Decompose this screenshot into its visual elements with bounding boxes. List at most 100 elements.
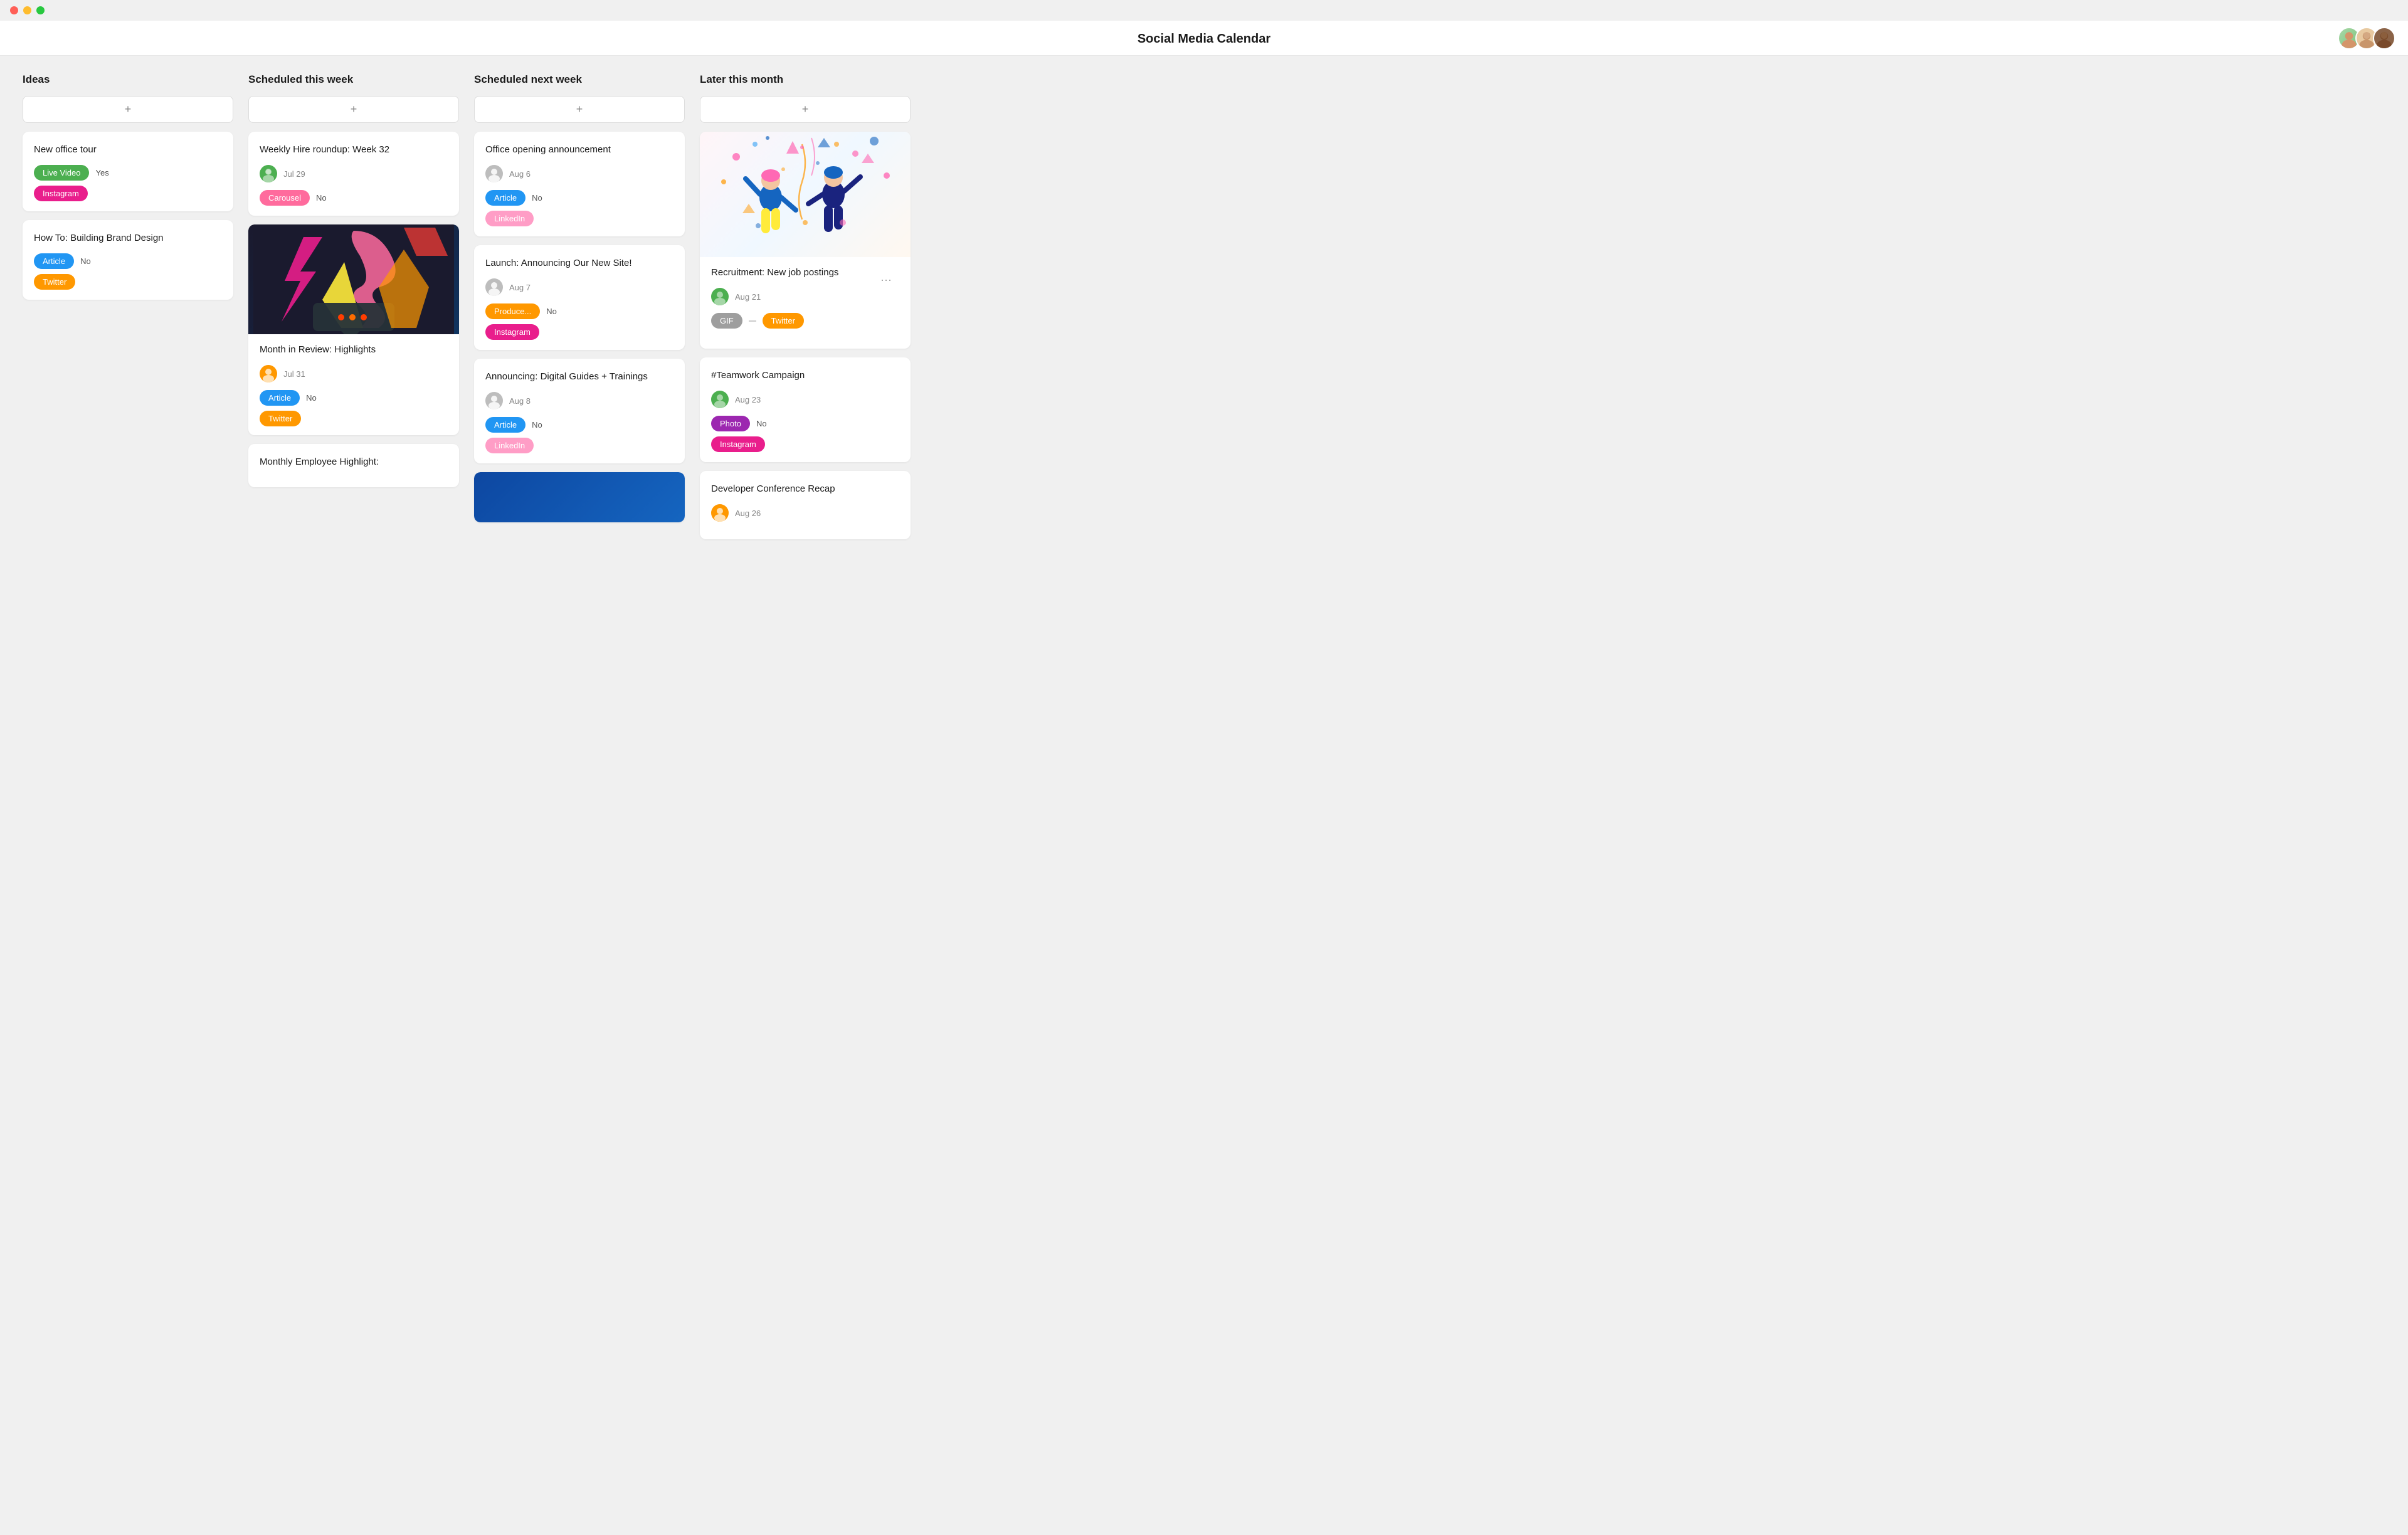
titlebar <box>0 0 2408 21</box>
tag-linkedin[interactable]: LinkedIn <box>485 211 534 226</box>
tag-article[interactable]: Article <box>260 390 300 406</box>
card-title: Announcing: Digital Guides + Trainings <box>485 370 673 383</box>
add-ideas-button[interactable]: + <box>23 96 233 123</box>
card-meta: Aug 21 <box>711 288 899 305</box>
card-value: No <box>306 393 317 403</box>
card-value: Yes <box>95 168 108 177</box>
plus-icon: + <box>576 103 583 116</box>
column-header-later-this-month: Later this month <box>700 73 911 86</box>
card-tags-row2: LinkedIn <box>485 438 673 453</box>
minimize-button[interactable] <box>23 6 31 14</box>
card-tags: Carousel No <box>260 190 448 206</box>
tag-instagram[interactable]: Instagram <box>34 186 88 201</box>
card-partial-image <box>474 472 685 522</box>
card-date: Jul 29 <box>283 169 305 179</box>
tag-twitter[interactable]: Twitter <box>260 411 301 426</box>
card-tags: Produce... No <box>485 303 673 319</box>
card-avatar <box>260 365 277 382</box>
card-avatar <box>260 165 277 182</box>
card-tags: Live Video Yes <box>34 165 222 181</box>
tag-article[interactable]: Article <box>34 253 74 269</box>
tag-article[interactable]: Article <box>485 417 525 433</box>
card-dev-conference: Developer Conference Recap Aug 26 <box>700 471 911 539</box>
maximize-button[interactable] <box>36 6 45 14</box>
tag-separator <box>749 320 756 322</box>
plus-icon: + <box>802 103 809 116</box>
card-title: How To: Building Brand Design <box>34 231 222 245</box>
card-avatar <box>485 392 503 409</box>
page-header: Social Media Calendar <box>0 21 2408 56</box>
user-avatars <box>2338 27 2395 50</box>
kanban-board: Ideas + New office tour Live Video Yes I… <box>0 56 2408 1528</box>
column-scheduled-next-week: Scheduled next week + Office opening ann… <box>467 73 692 1511</box>
plus-icon: + <box>351 103 357 116</box>
add-scheduled-next-week-button[interactable]: + <box>474 96 685 123</box>
tag-live-video[interactable]: Live Video <box>34 165 89 181</box>
card-value: No <box>316 193 327 203</box>
card-title: Recruitment: New job postings <box>711 266 899 279</box>
card-tags-row2: Instagram <box>711 436 899 452</box>
card-tags-row2: Instagram <box>34 186 222 201</box>
card-tags-row2: Twitter <box>34 274 222 290</box>
close-button[interactable] <box>10 6 18 14</box>
card-meta: Aug 8 <box>485 392 673 409</box>
card-meta: Aug 26 <box>711 504 899 522</box>
card-tags: Article No <box>34 253 222 269</box>
plus-icon: + <box>125 103 132 116</box>
tag-photo[interactable]: Photo <box>711 416 750 431</box>
card-tags: GIF Twitter <box>711 313 899 329</box>
card-date: Aug 26 <box>735 509 761 518</box>
more-options-icon[interactable]: ··· <box>880 273 892 287</box>
card-meta: Aug 23 <box>711 391 899 408</box>
card-date: Aug 21 <box>735 292 761 302</box>
card-meta: Jul 31 <box>260 365 448 382</box>
card-date: Aug 6 <box>509 169 531 179</box>
card-digital-guides: Announcing: Digital Guides + Trainings A… <box>474 359 685 463</box>
card-tags: Photo No <box>711 416 899 431</box>
card-avatar <box>485 165 503 182</box>
card-value: No <box>532 193 542 203</box>
card-new-office-tour: New office tour Live Video Yes Instagram <box>23 132 233 211</box>
card-date: Jul 31 <box>283 369 305 379</box>
card-content: Month in Review: Highlights Jul 31 Artic… <box>248 334 459 435</box>
card-tags-row2: Twitter <box>260 411 448 426</box>
add-scheduled-this-week-button[interactable]: + <box>248 96 459 123</box>
card-tags: Article No <box>260 390 448 406</box>
card-weekly-hire: Weekly Hire roundup: Week 32 Jul 29 Caro… <box>248 132 459 216</box>
column-header-scheduled-next-week: Scheduled next week <box>474 73 685 86</box>
card-title: Developer Conference Recap <box>711 482 899 495</box>
tag-linkedin[interactable]: LinkedIn <box>485 438 534 453</box>
tag-produce[interactable]: Produce... <box>485 303 540 319</box>
tag-instagram[interactable]: Instagram <box>711 436 765 452</box>
card-title: Monthly Employee Highlight: <box>260 455 448 468</box>
card-value: No <box>546 307 557 316</box>
card-recruitment: Recruitment: New job postings ··· Aug 21… <box>700 132 911 349</box>
column-header-scheduled-this-week: Scheduled this week <box>248 73 459 86</box>
card-meta: Aug 6 <box>485 165 673 182</box>
card-teamwork: #Teamwork Campaign Aug 23 Photo No Insta… <box>700 357 911 462</box>
card-title: Launch: Announcing Our New Site! <box>485 256 673 270</box>
tag-instagram[interactable]: Instagram <box>485 324 539 340</box>
card-date: Aug 7 <box>509 283 531 292</box>
card-avatar <box>711 504 729 522</box>
card-tags-row2: LinkedIn <box>485 211 673 226</box>
tag-article[interactable]: Article <box>485 190 525 206</box>
card-title: #Teamwork Campaign <box>711 369 899 382</box>
card-value: No <box>80 256 91 266</box>
tag-carousel[interactable]: Carousel <box>260 190 310 206</box>
tag-twitter[interactable]: Twitter <box>763 313 804 329</box>
card-value: No <box>532 420 542 430</box>
card-brand-design: How To: Building Brand Design Article No… <box>23 220 233 300</box>
card-tags-row2: Instagram <box>485 324 673 340</box>
card-avatar <box>485 278 503 296</box>
avatar-user-3 <box>2373 27 2395 50</box>
card-title: Office opening announcement <box>485 143 673 156</box>
column-scheduled-this-week: Scheduled this week + Weekly Hire roundu… <box>241 73 467 1511</box>
tag-gif[interactable]: GIF <box>711 313 742 329</box>
card-title: New office tour <box>34 143 222 156</box>
tag-twitter[interactable]: Twitter <box>34 274 75 290</box>
card-value: No <box>756 419 767 428</box>
card-avatar <box>711 288 729 305</box>
card-avatar <box>711 391 729 408</box>
add-later-this-month-button[interactable]: + <box>700 96 911 123</box>
